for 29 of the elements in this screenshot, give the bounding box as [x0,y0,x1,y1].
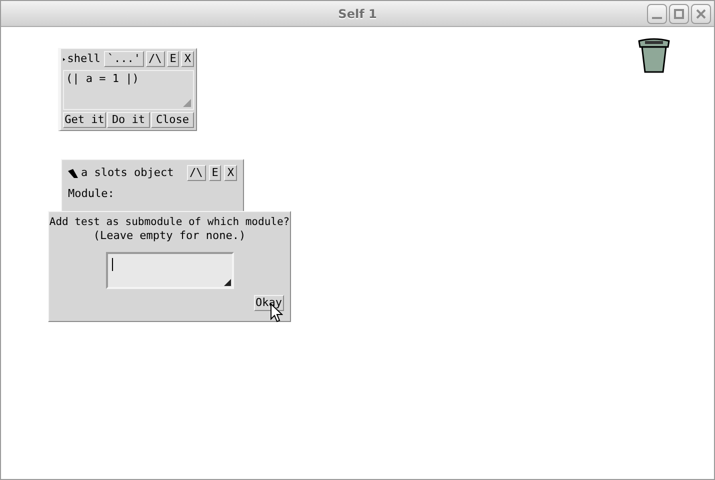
dialog-prompt: Add test as submodule of which module? [49,216,290,229]
panel-title: shell [67,51,100,67]
title-bar-button[interactable]: /\ [146,51,165,68]
trash-can-icon[interactable] [637,38,671,74]
resize-handle-icon[interactable] [224,279,230,286]
window-title: Self 1 [338,6,377,22]
title-bar-button[interactable]: E [208,165,222,182]
okay-button[interactable]: Okay [254,295,284,311]
maximize-button[interactable] [669,4,689,24]
action-button[interactable]: Do it [107,112,150,128]
title-bar-button[interactable]: X [181,51,194,68]
panel-title: a slots object [81,165,175,181]
action-button[interactable]: Get it [63,112,106,128]
module-input-field[interactable] [106,252,234,289]
title-bar-button[interactable]: `...' [104,51,144,68]
minimize-icon [652,17,662,19]
title-bar-button[interactable]: E [166,51,180,68]
minimize-button[interactable] [647,4,667,24]
title-bar-button[interactable]: X [224,165,237,182]
code-field[interactable]: (| a = 1 |) [63,70,194,110]
arrow-icon[interactable] [68,168,78,178]
module-label: Module: [68,186,116,202]
dialog-hint: (Leave empty for none.) [93,229,246,242]
action-button[interactable]: Close [151,112,194,128]
title-bar-button[interactable]: /\ [186,165,206,182]
close-icon [695,8,707,20]
close-button[interactable] [691,4,711,24]
maximize-icon [673,8,685,20]
resize-handle-icon[interactable] [183,98,191,106]
